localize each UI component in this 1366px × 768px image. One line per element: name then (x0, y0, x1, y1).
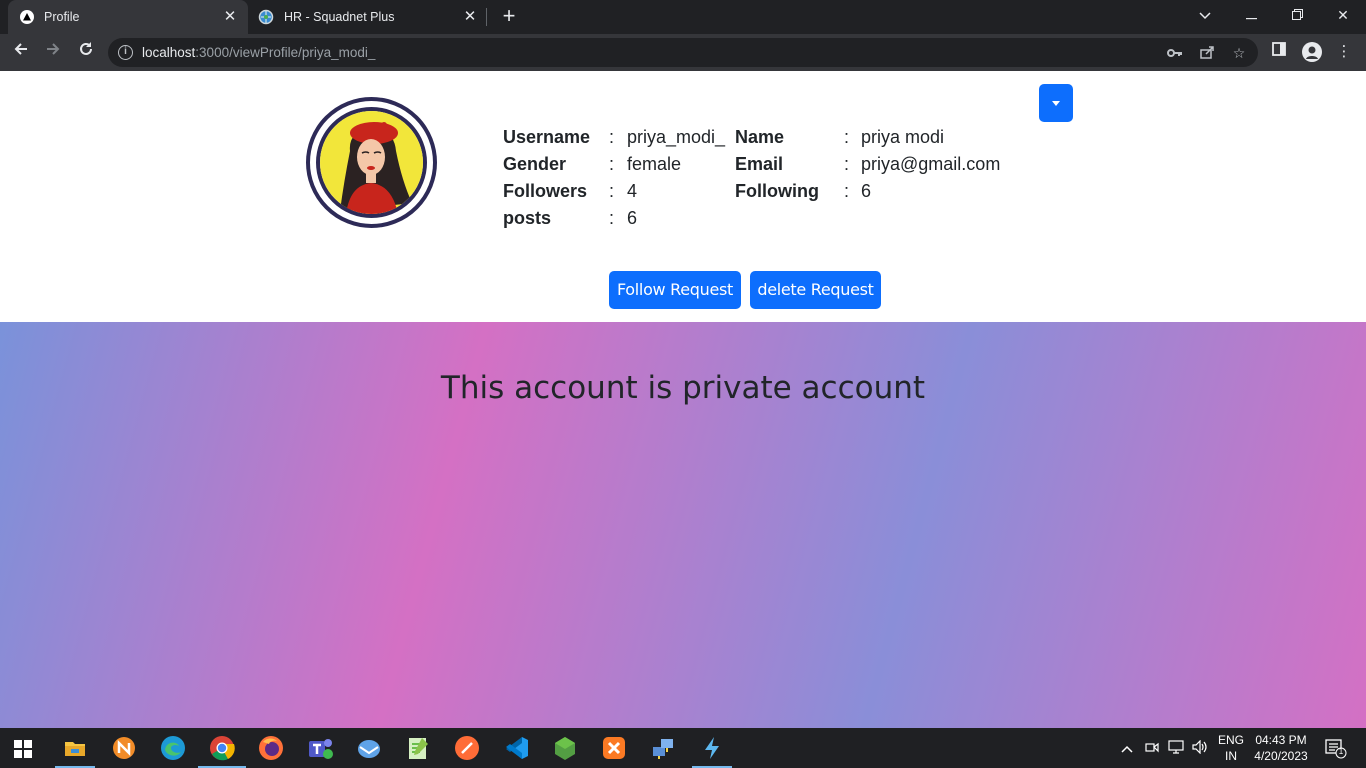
email-label: Email (735, 154, 784, 174)
site-info-icon[interactable]: i (118, 45, 133, 60)
followers-label: Followers (503, 181, 588, 201)
tab-strip: Profile ✕ HR - Squadnet Plus ✕ + ✕ (0, 0, 1366, 34)
caret-down-icon (1052, 101, 1060, 106)
following-label: Following (735, 181, 819, 201)
squadnet-globe-icon (258, 9, 274, 25)
colon: : (609, 154, 615, 174)
colon: : (609, 181, 615, 201)
network-icon[interactable] (1168, 740, 1184, 759)
back-arrow-icon[interactable] (8, 39, 34, 65)
firefox-icon[interactable] (257, 734, 285, 762)
tab-search-chevron-icon[interactable] (1182, 0, 1228, 30)
vscode-icon[interactable] (502, 734, 530, 762)
clock[interactable]: 04:43 PM 4/20/2023 (1250, 733, 1312, 763)
name-label: Name (735, 127, 785, 147)
followers-value: 4 (627, 181, 638, 201)
notepad-plus-icon[interactable] (404, 734, 432, 762)
new-tab-plus-icon[interactable]: + (498, 5, 520, 28)
colon: : (844, 154, 850, 174)
private-notice-area: This account is private account (0, 322, 1366, 728)
avatar (316, 107, 427, 218)
colon: : (844, 127, 850, 147)
browser-toolbar: i localhost:3000/viewProfile/priya_modi_… (0, 34, 1366, 71)
nodejs-icon[interactable] (551, 734, 579, 762)
email-value: priya@gmail.com (861, 154, 1001, 174)
vpn-app-icon[interactable] (110, 734, 138, 762)
teams-icon[interactable] (306, 734, 334, 762)
username-value: priya_modi_ (627, 127, 726, 147)
side-panel-icon[interactable] (1268, 41, 1290, 63)
address-bar[interactable]: i localhost:3000/viewProfile/priya_modi_… (108, 38, 1258, 67)
tab-title: HR - Squadnet Plus (284, 10, 395, 24)
volume-icon[interactable] (1192, 739, 1208, 759)
tab-separator (486, 8, 487, 26)
close-tab-icon[interactable]: ✕ (462, 9, 478, 25)
woman-avatar-illustration (320, 111, 423, 214)
minimize-icon[interactable] (1228, 0, 1274, 30)
mail-app-icon[interactable] (355, 734, 383, 762)
edge-browser-icon[interactable] (159, 734, 187, 762)
delete-request-button[interactable]: delete Request (750, 271, 881, 309)
postman-icon[interactable] (453, 734, 481, 762)
close-tab-icon[interactable]: ✕ (222, 9, 238, 25)
menu-dots-icon[interactable]: ⋮ (1333, 41, 1355, 63)
gender-value: female (627, 154, 682, 174)
language-indicator[interactable]: ENG IN (1215, 733, 1247, 763)
xampp-icon[interactable] (600, 734, 628, 762)
chrome-browser-icon[interactable] (208, 734, 236, 762)
file-explorer-icon[interactable] (61, 734, 89, 762)
following-value: 6 (861, 181, 872, 201)
meet-now-icon[interactable] (1145, 740, 1159, 759)
windows-taskbar: ENG IN 04:43 PM 4/20/2023 1 (0, 728, 1366, 768)
notification-count-badge: 1 (1338, 747, 1344, 756)
dropdown-toggle-button[interactable] (1039, 84, 1073, 122)
colon: : (609, 208, 615, 228)
key-icon[interactable] (1166, 44, 1184, 62)
profile-avatar-ring (306, 97, 437, 228)
share-icon[interactable] (1198, 44, 1216, 62)
colon: : (844, 181, 850, 201)
tab-title: Profile (44, 10, 80, 24)
close-window-icon[interactable]: ✕ (1320, 0, 1366, 30)
username-label: Username (503, 127, 591, 147)
posts-value: 6 (627, 208, 638, 228)
reload-icon[interactable] (73, 39, 99, 65)
bookmark-star-icon[interactable]: ☆ (1230, 44, 1248, 62)
profile-page: Username : priya_modi_ Name : priya modi… (0, 71, 1366, 728)
url-text[interactable]: localhost:3000/viewProfile/priya_modi_ (142, 45, 375, 60)
gender-label: Gender (503, 154, 567, 174)
show-hidden-icons-chevron-icon[interactable] (1121, 740, 1133, 756)
private-account-message: This account is private account (440, 370, 926, 406)
nextjs-triangle-icon (20, 10, 34, 24)
forward-arrow-icon[interactable] (40, 39, 66, 65)
follow-request-button[interactable]: Follow Request (609, 271, 741, 309)
windows-start-icon[interactable] (14, 740, 32, 763)
restore-icon[interactable] (1274, 0, 1320, 30)
tab-squadnet[interactable]: HR - Squadnet Plus ✕ (248, 0, 488, 34)
network-app-icon[interactable] (649, 734, 677, 762)
profile-header: Username : priya_modi_ Name : priya modi… (0, 71, 1366, 322)
posts-label: posts (503, 208, 552, 228)
profile-avatar-icon[interactable] (1302, 42, 1322, 62)
tab-profile[interactable]: Profile ✕ (8, 0, 248, 34)
notification-center-icon[interactable]: 1 (1325, 739, 1347, 764)
lightning-app-icon[interactable] (698, 734, 726, 762)
colon: : (609, 127, 615, 147)
name-value: priya modi (861, 127, 945, 147)
